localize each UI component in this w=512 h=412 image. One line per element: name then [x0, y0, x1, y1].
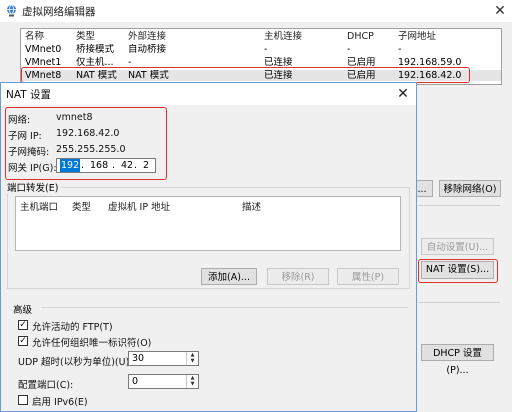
- highlight-nat-button: [418, 259, 498, 283]
- auto-settings-button[interactable]: 自动设置(U)...: [421, 238, 494, 255]
- column-header[interactable]: 名称: [25, 31, 80, 42]
- column-header[interactable]: 主机端口: [20, 199, 58, 213]
- dialog-titlebar: NAT 设置 ✕: [1, 83, 416, 105]
- add-port-forward-button[interactable]: 添加(A)...: [201, 268, 257, 285]
- list-header: 名称 类型 外部连接 主机连接 DHCP 子网地址: [21, 31, 501, 42]
- window-title: 虚拟网络编辑器: [22, 6, 96, 18]
- ip-octet[interactable]: 2: [143, 159, 149, 172]
- chevron-down-icon[interactable]: ▼: [187, 381, 198, 387]
- stepper-buttons[interactable]: ▲ ▼: [186, 352, 198, 365]
- column-header[interactable]: 类型: [76, 31, 126, 42]
- remove-network-button[interactable]: 移除网络(O): [439, 180, 501, 197]
- divider: [418, 302, 500, 303]
- column-header[interactable]: 主机连接: [264, 31, 344, 42]
- highlight-vmnet8-row: [21, 67, 470, 83]
- chevron-down-icon[interactable]: ▼: [187, 358, 198, 364]
- udp-timeout-label: UDP 超时(以秒为单位)(U):: [18, 357, 133, 368]
- column-header[interactable]: 子网地址: [398, 31, 498, 42]
- dialog-title: NAT 设置: [6, 89, 51, 101]
- config-port-label: 配置端口(C):: [18, 380, 74, 391]
- config-port-value[interactable]: 0: [132, 376, 138, 387]
- network-value: vmnet8: [56, 112, 93, 123]
- enable-ipv6-label: 启用 IPv6(E): [32, 397, 88, 408]
- nat-settings-dialog: NAT 设置 ✕ 网络: vmnet8 子网 IP: 192.168.42.0 …: [0, 82, 417, 412]
- ip-octet[interactable]: 42: [121, 159, 133, 172]
- allow-oui-checkbox[interactable]: ✓: [18, 336, 28, 346]
- subnet-mask-label: 子网掩码:: [8, 147, 50, 158]
- network-label: 网络:: [8, 115, 31, 126]
- subnet-mask-value: 255.255.255.0: [56, 144, 126, 155]
- column-header[interactable]: 虚拟机 IP 地址: [108, 199, 170, 213]
- enable-ipv6-checkbox[interactable]: [18, 395, 28, 405]
- stepper-buttons[interactable]: ▲ ▼: [186, 375, 198, 388]
- ip-octet[interactable]: 168: [90, 159, 108, 172]
- column-header[interactable]: 类型: [72, 199, 91, 213]
- allow-ftp-checkbox[interactable]: ✓: [18, 320, 28, 330]
- gateway-ip-input[interactable]: 192 . 168 . 42 . 2: [56, 158, 156, 173]
- column-header[interactable]: 外部连接: [128, 31, 258, 42]
- ip-octet[interactable]: 192: [60, 159, 81, 172]
- udp-timeout-value[interactable]: 30: [132, 353, 144, 364]
- subnet-ip-value: 192.168.42.0: [56, 128, 120, 139]
- main-titlebar: 虚拟网络编辑器 ✕: [0, 0, 512, 22]
- close-icon[interactable]: ✕: [488, 1, 512, 21]
- close-icon[interactable]: ✕: [393, 84, 413, 104]
- divider: [41, 307, 408, 308]
- ip-dot: .: [134, 160, 138, 171]
- table-row[interactable]: VMnet0 桥接模式 自动桥接 - - -: [21, 44, 501, 55]
- ip-dot: .: [112, 160, 116, 171]
- network-globe-icon: [7, 4, 16, 17]
- allow-ftp-label: 允许活动的 FTP(T): [32, 322, 113, 333]
- cell: VMnet0: [25, 44, 62, 55]
- column-header[interactable]: 描述: [242, 199, 261, 213]
- cell: -: [347, 44, 351, 55]
- cell: 桥接模式: [76, 44, 115, 55]
- allow-oui-label: 允许任何组织唯一标识符(O): [32, 338, 152, 349]
- cell: 自动桥接: [128, 44, 167, 55]
- udp-timeout-stepper[interactable]: 30 ▲ ▼: [128, 351, 199, 366]
- properties-button[interactable]: 属性(P): [337, 268, 399, 285]
- port-forwarding-table[interactable]: 主机端口 类型 虚拟机 IP 地址 描述: [15, 196, 401, 251]
- dhcp-settings-button[interactable]: DHCP 设置(P)...: [421, 344, 494, 376]
- divider: [418, 205, 500, 206]
- subnet-ip-label: 子网 IP:: [8, 131, 42, 142]
- remove-port-forward-button[interactable]: 移除(R): [267, 268, 329, 285]
- advanced-label: 高级: [13, 305, 33, 316]
- cell: -: [398, 44, 402, 55]
- column-header[interactable]: DHCP: [347, 31, 397, 42]
- cell: -: [264, 44, 268, 55]
- port-forwarding-label: 端口转发(E): [7, 180, 62, 194]
- config-port-stepper[interactable]: 0 ▲ ▼: [128, 374, 199, 389]
- ip-dot: .: [81, 160, 85, 171]
- gateway-ip-label: 网关 IP(G):: [8, 163, 57, 174]
